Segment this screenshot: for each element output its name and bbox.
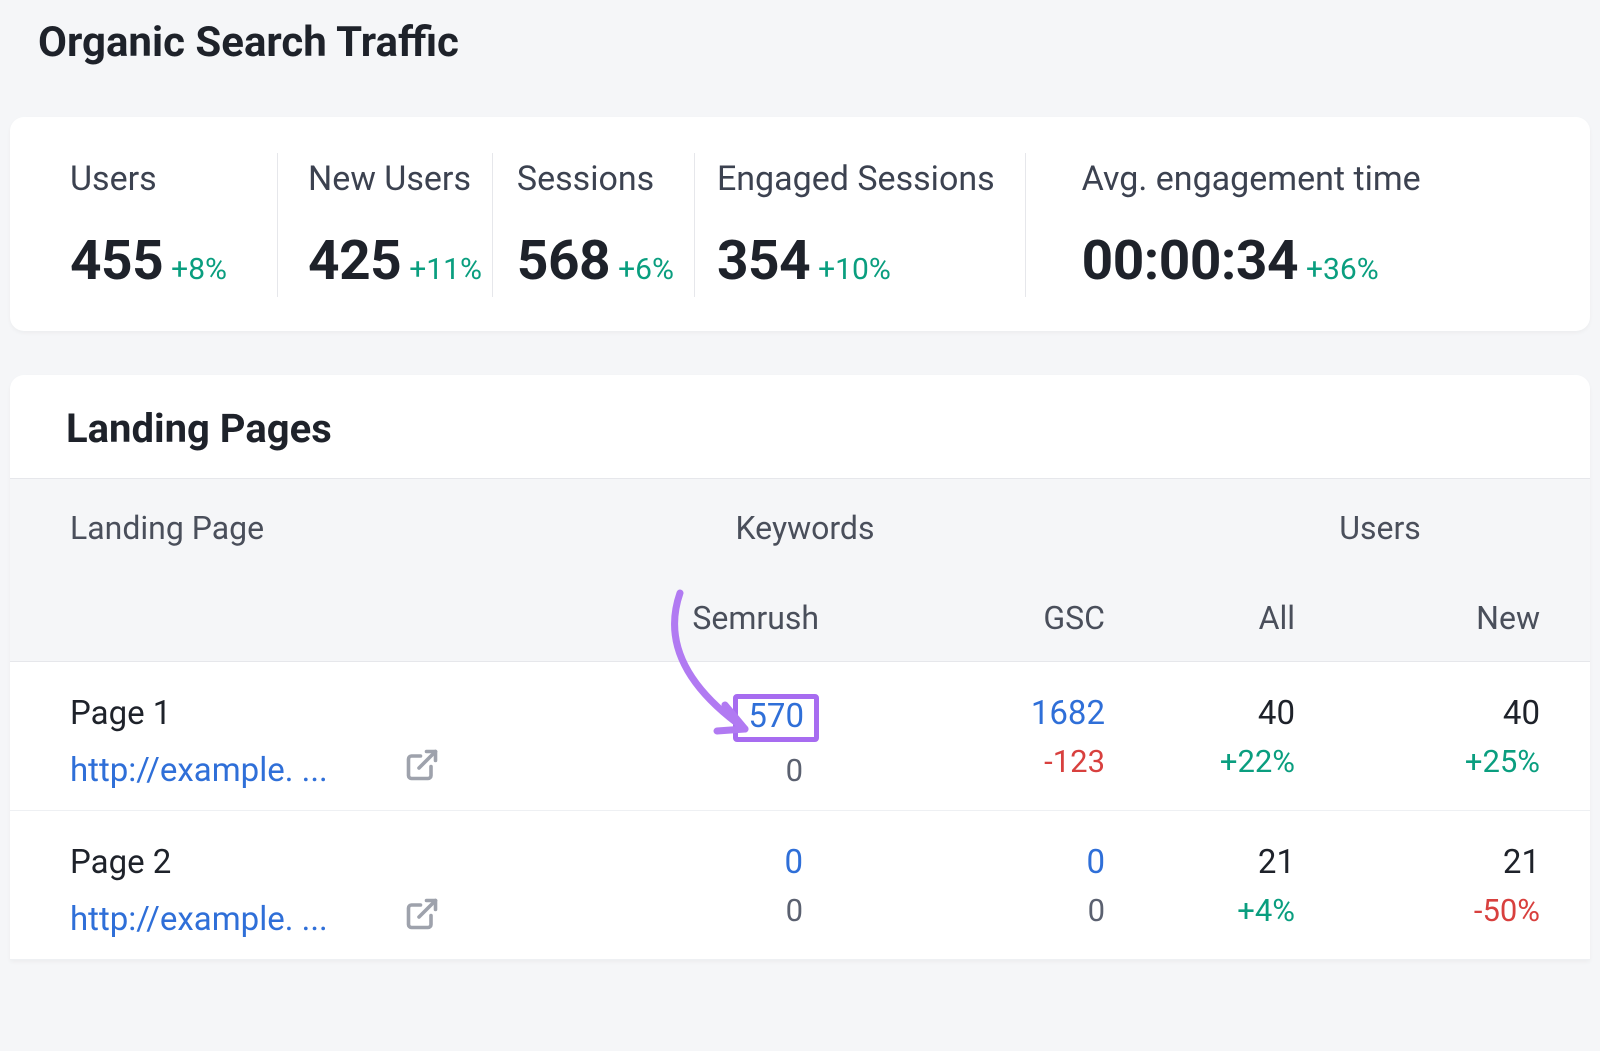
users-new-value: 40 bbox=[1503, 694, 1540, 733]
th-semrush[interactable]: Semrush bbox=[570, 599, 895, 637]
users-all-delta: +4% bbox=[1237, 892, 1295, 929]
metric-sessions[interactable]: Sessions 568 +6% bbox=[493, 153, 695, 297]
th-landing-page[interactable]: Landing Page bbox=[10, 509, 570, 547]
semrush-value[interactable]: 570 bbox=[748, 697, 804, 736]
page-name: Page 1 bbox=[70, 694, 570, 733]
users-all-value: 40 bbox=[1258, 694, 1295, 733]
gsc-delta: -123 bbox=[1044, 743, 1105, 780]
page-title: Organic Search Traffic bbox=[0, 0, 1600, 67]
page-url-link[interactable]: http://example. ... bbox=[70, 751, 328, 790]
page-name: Page 2 bbox=[70, 843, 570, 882]
semrush-value[interactable]: 0 bbox=[784, 843, 819, 882]
th-all[interactable]: All bbox=[1140, 599, 1320, 637]
metric-delta: +11% bbox=[409, 252, 482, 287]
th-keywords[interactable]: Keywords bbox=[570, 509, 1040, 547]
metric-label: Engaged Sessions bbox=[717, 159, 995, 199]
metric-delta: +10% bbox=[818, 252, 891, 287]
gsc-delta: 0 bbox=[1088, 892, 1105, 929]
metric-delta: +6% bbox=[618, 252, 674, 287]
metrics-card: Users 455 +8% New Users 425 +11% Session… bbox=[10, 117, 1590, 331]
th-gsc[interactable]: GSC bbox=[895, 599, 1140, 637]
metric-new-users[interactable]: New Users 425 +11% bbox=[278, 153, 493, 297]
metric-value: 568 bbox=[517, 229, 610, 293]
table-header: Landing Page Keywords Users Semrush GSC … bbox=[10, 478, 1590, 662]
users-all-delta: +22% bbox=[1220, 743, 1295, 780]
th-new[interactable]: New bbox=[1320, 599, 1590, 637]
th-users[interactable]: Users bbox=[1040, 509, 1590, 547]
metric-delta: +8% bbox=[171, 252, 227, 287]
metric-value: 455 bbox=[70, 229, 163, 293]
metric-label: Avg. engagement time bbox=[1082, 159, 1421, 199]
semrush-sub: 0 bbox=[786, 752, 819, 789]
users-new-delta: +25% bbox=[1465, 743, 1540, 780]
metric-delta: +36% bbox=[1306, 252, 1379, 287]
metric-engaged-sessions[interactable]: Engaged Sessions 354 +10% bbox=[695, 153, 1026, 297]
highlight-annotation: 570 bbox=[733, 694, 819, 742]
gsc-value[interactable]: 1682 bbox=[1031, 694, 1105, 733]
users-new-delta: -50% bbox=[1474, 892, 1540, 929]
metric-label: Sessions bbox=[517, 159, 674, 199]
metric-users[interactable]: Users 455 +8% bbox=[10, 153, 278, 297]
landing-pages-card: Landing Pages Landing Page Keywords User… bbox=[10, 375, 1590, 960]
metric-avg-engagement[interactable]: Avg. engagement time 00:00:34 +36% bbox=[1026, 153, 1421, 297]
metric-value: 354 bbox=[717, 229, 810, 293]
metric-value: 425 bbox=[308, 229, 401, 293]
table-row: Page 2 http://example. ... 0 0 0 0 21 +4… bbox=[10, 811, 1590, 960]
external-link-icon[interactable] bbox=[404, 896, 440, 941]
external-link-icon[interactable] bbox=[404, 747, 440, 792]
users-all-value: 21 bbox=[1258, 843, 1295, 882]
gsc-value[interactable]: 0 bbox=[1086, 843, 1105, 882]
metric-label: Users bbox=[70, 159, 227, 199]
users-new-value: 21 bbox=[1503, 843, 1540, 882]
table-row: Page 1 http://example. ... 570 0 1682 -1… bbox=[10, 662, 1590, 811]
metric-label: New Users bbox=[308, 159, 482, 199]
metric-value: 00:00:34 bbox=[1082, 229, 1298, 293]
landing-pages-title: Landing Pages bbox=[10, 375, 1590, 478]
semrush-sub: 0 bbox=[786, 892, 819, 929]
page-url-link[interactable]: http://example. ... bbox=[70, 900, 328, 939]
